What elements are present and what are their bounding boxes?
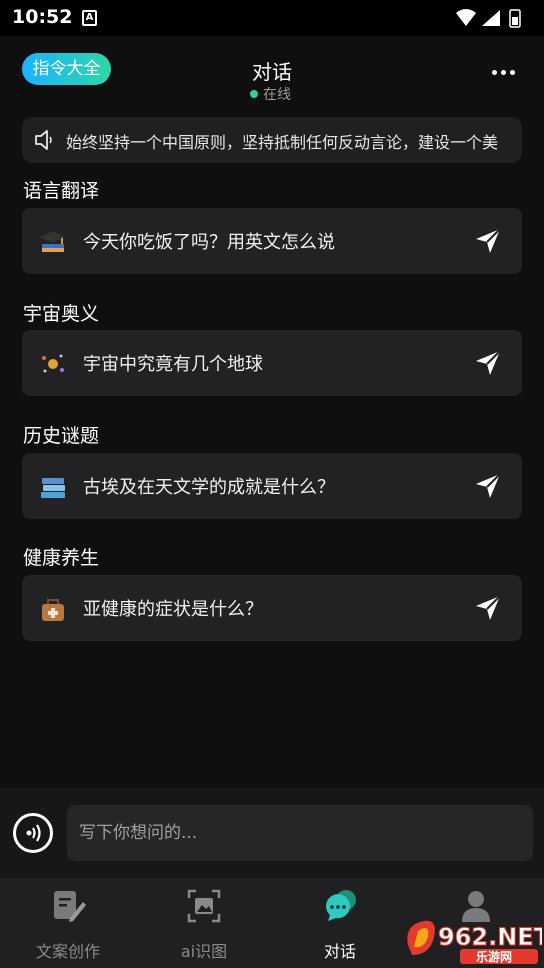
prompt-card[interactable]: 宇宙中究竟有几个地球 bbox=[22, 330, 522, 396]
chat-header: 指令大全 对话 在线 bbox=[0, 36, 544, 108]
chat-bubble-icon bbox=[325, 890, 356, 921]
more-dot-icon bbox=[492, 70, 497, 75]
section-title: 历史谜题 bbox=[23, 425, 100, 447]
more-dot-icon bbox=[510, 70, 515, 75]
image-scan-icon bbox=[187, 889, 221, 923]
tab-label: 对话 bbox=[323, 942, 356, 961]
status-time: 10:52 bbox=[12, 6, 73, 28]
online-status-label: 在线 bbox=[263, 87, 291, 103]
prompt-card[interactable]: 亚健康的症状是什么？ bbox=[22, 575, 522, 641]
prompt-text: 亚健康的症状是什么？ bbox=[83, 599, 263, 620]
more-options-button[interactable] bbox=[492, 62, 516, 82]
graduation-cap-icon bbox=[40, 231, 66, 252]
tab-label: ai识图 bbox=[180, 942, 228, 961]
send-icon[interactable] bbox=[472, 225, 504, 257]
svg-text:乐游网: 乐游网 bbox=[476, 949, 512, 964]
notice-banner[interactable]: 始终坚持一个中国原则，坚持抵制任何反动言论，建设一个美 bbox=[22, 117, 522, 163]
prompt-text: 古埃及在天文学的成就是什么？ bbox=[83, 477, 335, 498]
message-composer bbox=[0, 788, 544, 878]
svg-text:962.NET: 962.NET bbox=[438, 923, 542, 951]
online-status: 在线 bbox=[250, 84, 291, 104]
speaker-icon bbox=[35, 130, 52, 150]
send-icon[interactable] bbox=[472, 347, 504, 379]
wifi-icon bbox=[456, 9, 476, 26]
tab-chat[interactable]: 对话 bbox=[272, 878, 408, 968]
system-status-icons bbox=[456, 9, 521, 28]
more-dot-icon bbox=[501, 70, 506, 75]
message-input[interactable] bbox=[67, 805, 533, 861]
online-dot-icon bbox=[250, 90, 258, 98]
prompt-text: 今天你吃饭了吗？用英文怎么说 bbox=[83, 232, 335, 253]
galaxy-icon bbox=[42, 354, 64, 373]
section-title: 宇宙奥义 bbox=[23, 303, 100, 325]
send-icon[interactable] bbox=[472, 470, 504, 502]
app-notification-icon: A bbox=[82, 10, 97, 26]
site-watermark-logo: 962.NET 乐游网 bbox=[407, 920, 542, 964]
books-icon bbox=[41, 478, 65, 498]
page-title: 对话 bbox=[252, 60, 292, 84]
section-title: 语言翻译 bbox=[23, 180, 100, 202]
sound-wave-icon bbox=[26, 824, 41, 842]
notice-text: 始终坚持一个中国原则，坚持抵制任何反动言论，建设一个美 bbox=[66, 133, 499, 152]
medical-bag-icon bbox=[42, 599, 64, 621]
tab-ai-image-recognition[interactable]: ai识图 bbox=[136, 878, 272, 968]
signal-icon bbox=[482, 10, 500, 26]
send-icon[interactable] bbox=[472, 592, 504, 624]
tab-copywriting[interactable]: 文案创作 bbox=[0, 878, 136, 968]
edit-document-icon bbox=[54, 891, 86, 922]
tab-label: 文案创作 bbox=[35, 942, 100, 961]
prompt-card[interactable]: 今天你吃饭了吗？用英文怎么说 bbox=[22, 208, 522, 274]
prompt-text: 宇宙中究竟有几个地球 bbox=[83, 354, 263, 375]
section-title: 健康养生 bbox=[23, 547, 100, 569]
voice-input-button[interactable] bbox=[13, 813, 53, 853]
prompt-card[interactable]: 古埃及在天文学的成就是什么？ bbox=[22, 453, 522, 519]
status-bar: 10:52 A bbox=[0, 0, 544, 36]
